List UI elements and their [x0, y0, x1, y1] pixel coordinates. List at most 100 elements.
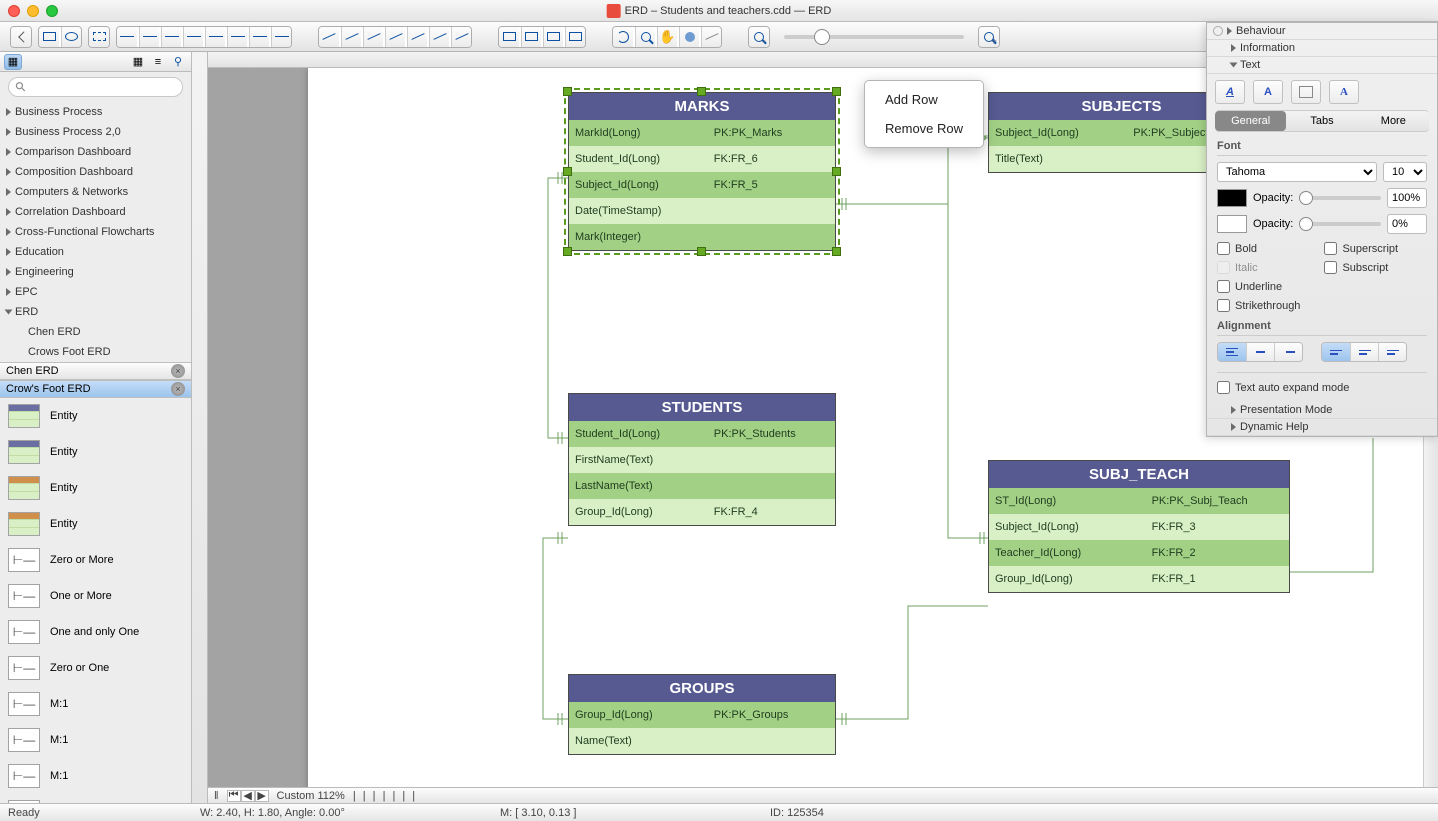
pan-tool-button[interactable]: ✋ — [657, 27, 677, 47]
connector-tool-1-button[interactable] — [319, 27, 339, 47]
align-right-button[interactable] — [161, 27, 181, 47]
text-color-swatch[interactable] — [1217, 189, 1247, 207]
align-top-button[interactable] — [183, 27, 203, 47]
entity-subj-teach[interactable]: SUBJ_TEACH ST_Id(Long)PK:PK_Subj_TeachSu… — [988, 460, 1290, 593]
zoom-display[interactable]: Custom 112% — [277, 790, 345, 802]
font-prefs-button[interactable]: A — [1329, 80, 1359, 104]
align-center-button[interactable] — [139, 27, 159, 47]
tree-item[interactable]: Business Process — [0, 102, 191, 122]
pointer-tool-button[interactable] — [11, 27, 31, 47]
resize-handle-icon[interactable] — [832, 167, 841, 176]
tab-general[interactable]: General — [1215, 111, 1286, 131]
tree-item[interactable]: ERD — [0, 302, 191, 322]
entity-row[interactable]: MarkId(Long)PK:PK_Marks — [569, 120, 835, 146]
sidebar-tab-2[interactable] — [24, 54, 42, 70]
refresh-button[interactable] — [613, 27, 633, 47]
strike-checkbox[interactable]: Strikethrough — [1217, 299, 1300, 312]
context-menu-remove-row[interactable]: Remove Row — [865, 114, 983, 143]
bg-color-swatch[interactable] — [1217, 215, 1247, 233]
entity-marks[interactable]: MARKS MarkId(Long)PK:PK_MarksStudent_Id(… — [568, 92, 836, 251]
entity-row[interactable]: Group_Id(Long)FK:FR_4 — [569, 499, 835, 525]
resize-handle-icon[interactable] — [563, 167, 572, 176]
library-item[interactable]: Entity — [0, 470, 191, 506]
tree-item-child[interactable]: Chen ERD — [0, 322, 191, 342]
text-color-button[interactable]: A — [1215, 80, 1245, 104]
align-left-button[interactable] — [1218, 343, 1246, 361]
section-help[interactable]: Dynamic Help — [1207, 419, 1437, 436]
zoom-in-button[interactable]: + — [979, 27, 999, 47]
align-left-button[interactable] — [117, 27, 137, 47]
library-item[interactable]: Entity — [0, 434, 191, 470]
entity-row[interactable]: Student_Id(Long)PK:PK_Students — [569, 421, 835, 447]
connector-tool-3-button[interactable] — [363, 27, 383, 47]
entity-row[interactable]: Teacher_Id(Long)FK:FR_2 — [989, 540, 1289, 566]
entity-row[interactable]: Subject_Id(Long)FK:FR_5 — [569, 172, 835, 198]
send-back-button[interactable] — [521, 27, 541, 47]
rectangle-tool-button[interactable] — [39, 27, 59, 47]
send-backward-button[interactable] — [565, 27, 585, 47]
bg-opacity-input[interactable] — [1387, 214, 1427, 234]
entity-row[interactable]: FirstName(Text) — [569, 447, 835, 473]
entity-row[interactable]: Group_Id(Long)PK:PK_Groups — [569, 702, 835, 728]
distribute-h-button[interactable] — [249, 27, 269, 47]
bring-front-button[interactable] — [499, 27, 519, 47]
align-center-button[interactable] — [1246, 343, 1274, 361]
font-size-select[interactable]: 10 — [1383, 162, 1427, 182]
pane-crows-foot-erd[interactable]: Crow's Foot ERD × — [0, 380, 191, 398]
first-page-button[interactable]: ⏮ — [227, 790, 241, 802]
tree-item[interactable]: Engineering — [0, 262, 191, 282]
resize-handle-icon[interactable] — [563, 87, 572, 96]
library-item[interactable]: Entity — [0, 398, 191, 434]
pane-chen-erd[interactable]: Chen ERD × — [0, 362, 191, 380]
library-item[interactable]: ⊢—One or More — [0, 578, 191, 614]
tree-item-child[interactable]: Crows Foot ERD — [0, 342, 191, 362]
align-middle-button[interactable] — [205, 27, 225, 47]
next-page-button[interactable]: ▶ — [255, 790, 269, 802]
entity-row[interactable]: Group_Id(Long)FK:FR_1 — [989, 566, 1289, 592]
zoom-window-icon[interactable] — [46, 5, 58, 17]
library-item[interactable]: ⊢—M:1 — [0, 686, 191, 722]
entity-groups[interactable]: GROUPS Group_Id(Long)PK:PK_GroupsName(Te… — [568, 674, 836, 755]
tree-item[interactable]: Composition Dashboard — [0, 162, 191, 182]
library-item[interactable]: ⊢—M:1 — [0, 794, 191, 803]
zoom-tool-button[interactable] — [635, 27, 655, 47]
align-bottom-button[interactable] — [1378, 343, 1406, 361]
font-family-select[interactable]: Tahoma — [1217, 162, 1377, 182]
zoom-slider[interactable] — [784, 35, 964, 39]
tree-item[interactable]: Computers & Networks — [0, 182, 191, 202]
sidebar-tab-list[interactable]: ≡ — [149, 54, 167, 70]
entity-row[interactable]: Subject_Id(Long)FK:FR_3 — [989, 514, 1289, 540]
object-tool-button[interactable] — [679, 27, 699, 47]
library-item[interactable]: ⊢—Zero or One — [0, 650, 191, 686]
superscript-checkbox[interactable]: Superscript — [1324, 242, 1398, 255]
underline-checkbox[interactable]: Underline — [1217, 280, 1300, 293]
auto-expand-checkbox[interactable]: Text auto expand mode — [1217, 372, 1427, 394]
resize-handle-icon[interactable] — [697, 87, 706, 96]
tree-item[interactable]: Cross-Functional Flowcharts — [0, 222, 191, 242]
library-item[interactable]: ⊢—M:1 — [0, 722, 191, 758]
tab-more[interactable]: More — [1358, 111, 1429, 131]
bold-checkbox[interactable]: Bold — [1217, 242, 1300, 255]
subscript-checkbox[interactable]: Subscript — [1324, 261, 1398, 274]
resize-handle-icon[interactable] — [697, 247, 706, 256]
tree-item[interactable]: EPC — [0, 282, 191, 302]
align-middle-button[interactable] — [1350, 343, 1378, 361]
bring-forward-button[interactable] — [543, 27, 563, 47]
tree-item[interactable]: Correlation Dashboard — [0, 202, 191, 222]
zoom-out-button[interactable]: - — [749, 27, 769, 47]
context-menu-add-row[interactable]: Add Row — [865, 85, 983, 114]
connector-tool-2-button[interactable] — [341, 27, 361, 47]
connector-tool-4-button[interactable] — [385, 27, 405, 47]
minimize-window-icon[interactable] — [27, 5, 39, 17]
entity-row[interactable]: ST_Id(Long)PK:PK_Subj_Teach — [989, 488, 1289, 514]
close-window-icon[interactable] — [8, 5, 20, 17]
section-behaviour[interactable]: Behaviour — [1207, 23, 1437, 40]
text-opacity-input[interactable] — [1387, 188, 1427, 208]
layout-tool-button[interactable] — [89, 27, 109, 47]
close-pane-icon[interactable]: × — [171, 364, 185, 378]
background-color-button[interactable] — [1291, 80, 1321, 104]
library-item[interactable]: ⊢—M:1 — [0, 758, 191, 794]
bg-opacity-slider[interactable]: .slider:nth-of-type(2)::after{right:auto… — [1299, 222, 1381, 226]
text-opacity-slider[interactable] — [1299, 196, 1381, 200]
entity-row[interactable]: Student_Id(Long)FK:FR_6 — [569, 146, 835, 172]
